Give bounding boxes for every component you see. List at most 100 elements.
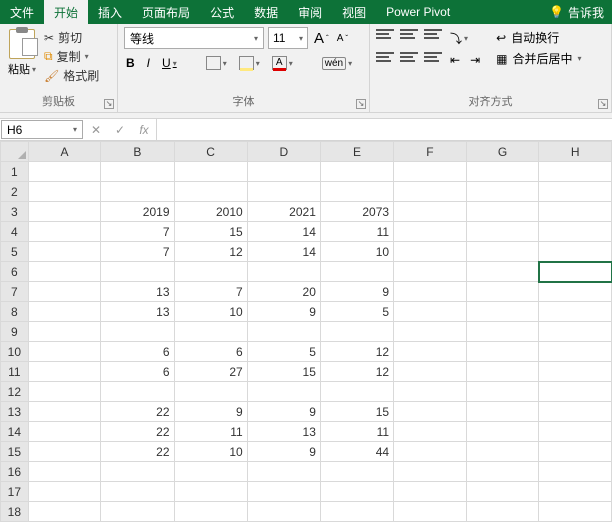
cell-E7[interactable]: 9 (320, 282, 393, 302)
cut-button[interactable]: ✂剪切 (44, 29, 99, 46)
cell-D14[interactable]: 13 (247, 422, 320, 442)
tab-review[interactable]: 审阅 (288, 0, 332, 24)
cell-F8[interactable] (394, 302, 467, 322)
cell-C2[interactable] (174, 182, 247, 202)
cell-H2[interactable] (539, 182, 612, 202)
cell-D17[interactable] (247, 482, 320, 502)
cell-A13[interactable] (28, 402, 101, 422)
cell-C7[interactable]: 7 (174, 282, 247, 302)
cell-H11[interactable] (539, 362, 612, 382)
row-header-9[interactable]: 9 (1, 322, 29, 342)
cell-H10[interactable] (539, 342, 612, 362)
cell-B10[interactable]: 6 (101, 342, 174, 362)
cell-A2[interactable] (28, 182, 101, 202)
cell-D18[interactable] (247, 502, 320, 522)
cell-F9[interactable] (394, 322, 467, 342)
dialog-launcher[interactable]: ↘ (356, 99, 366, 109)
tell-me[interactable]: 💡 告诉我 (541, 0, 612, 24)
cell-D3[interactable]: 2021 (247, 202, 320, 222)
cell-A11[interactable] (28, 362, 101, 382)
cell-G5[interactable] (466, 242, 539, 262)
cell-C3[interactable]: 2010 (174, 202, 247, 222)
cell-C9[interactable] (174, 322, 247, 342)
tab-formulas[interactable]: 公式 (200, 0, 244, 24)
cell-A5[interactable] (28, 242, 101, 262)
row-header-5[interactable]: 5 (1, 242, 29, 262)
cell-F5[interactable] (394, 242, 467, 262)
row-header-4[interactable]: 4 (1, 222, 29, 242)
cell-F4[interactable] (394, 222, 467, 242)
spreadsheet-grid[interactable]: ABCDEFGH12320192010202120734715141157121… (0, 141, 612, 522)
cell-B4[interactable]: 7 (101, 222, 174, 242)
cell-A12[interactable] (28, 382, 101, 402)
cell-A16[interactable] (28, 462, 101, 482)
cell-E8[interactable]: 5 (320, 302, 393, 322)
cell-H7[interactable] (539, 282, 612, 302)
select-all-corner[interactable] (1, 142, 29, 162)
row-header-13[interactable]: 13 (1, 402, 29, 422)
row-header-11[interactable]: 11 (1, 362, 29, 382)
cell-H3[interactable] (539, 202, 612, 222)
cell-D16[interactable] (247, 462, 320, 482)
cell-H14[interactable] (539, 422, 612, 442)
cell-D7[interactable]: 20 (247, 282, 320, 302)
row-header-2[interactable]: 2 (1, 182, 29, 202)
font-color-button[interactable]: A▾ (270, 55, 295, 71)
paste-button[interactable]: 粘贴▾ (6, 27, 38, 77)
cell-B17[interactable] (101, 482, 174, 502)
cell-H18[interactable] (539, 502, 612, 522)
cell-C18[interactable] (174, 502, 247, 522)
cell-F14[interactable] (394, 422, 467, 442)
italic-button[interactable]: I (145, 55, 152, 71)
enter-formula-button[interactable]: ✓ (108, 123, 132, 137)
cell-E17[interactable] (320, 482, 393, 502)
cell-D2[interactable] (247, 182, 320, 202)
cell-F10[interactable] (394, 342, 467, 362)
cell-E14[interactable]: 11 (320, 422, 393, 442)
fill-color-button[interactable]: ▾ (237, 55, 262, 71)
cell-H5[interactable] (539, 242, 612, 262)
cell-D5[interactable]: 14 (247, 242, 320, 262)
cell-G1[interactable] (466, 162, 539, 182)
row-header-17[interactable]: 17 (1, 482, 29, 502)
cell-G18[interactable] (466, 502, 539, 522)
cell-G3[interactable] (466, 202, 539, 222)
cell-H17[interactable] (539, 482, 612, 502)
cell-E13[interactable]: 15 (320, 402, 393, 422)
cell-B11[interactable]: 6 (101, 362, 174, 382)
cell-F1[interactable] (394, 162, 467, 182)
cell-G6[interactable] (466, 262, 539, 282)
cell-G14[interactable] (466, 422, 539, 442)
col-header-B[interactable]: B (101, 142, 174, 162)
cell-F7[interactable] (394, 282, 467, 302)
cell-G15[interactable] (466, 442, 539, 462)
cell-D9[interactable] (247, 322, 320, 342)
cell-A6[interactable] (28, 262, 101, 282)
cell-F18[interactable] (394, 502, 467, 522)
cell-F11[interactable] (394, 362, 467, 382)
cell-C1[interactable] (174, 162, 247, 182)
cell-A7[interactable] (28, 282, 101, 302)
cell-D10[interactable]: 5 (247, 342, 320, 362)
cell-C8[interactable]: 10 (174, 302, 247, 322)
row-header-18[interactable]: 18 (1, 502, 29, 522)
cell-A15[interactable] (28, 442, 101, 462)
font-name-select[interactable]: 等线▾ (124, 27, 264, 49)
cell-C12[interactable] (174, 382, 247, 402)
cell-C6[interactable] (174, 262, 247, 282)
cell-G17[interactable] (466, 482, 539, 502)
tab-layout[interactable]: 页面布局 (132, 0, 200, 24)
cell-B1[interactable] (101, 162, 174, 182)
cell-E5[interactable]: 10 (320, 242, 393, 262)
cell-G16[interactable] (466, 462, 539, 482)
cell-C10[interactable]: 6 (174, 342, 247, 362)
cell-C5[interactable]: 12 (174, 242, 247, 262)
increase-indent-button[interactable]: ⇥ (468, 52, 482, 68)
row-header-1[interactable]: 1 (1, 162, 29, 182)
cell-E11[interactable]: 12 (320, 362, 393, 382)
copy-button[interactable]: ⧉复制▾ (44, 48, 99, 65)
cell-G12[interactable] (466, 382, 539, 402)
cell-H4[interactable] (539, 222, 612, 242)
cell-B16[interactable] (101, 462, 174, 482)
cell-D13[interactable]: 9 (247, 402, 320, 422)
